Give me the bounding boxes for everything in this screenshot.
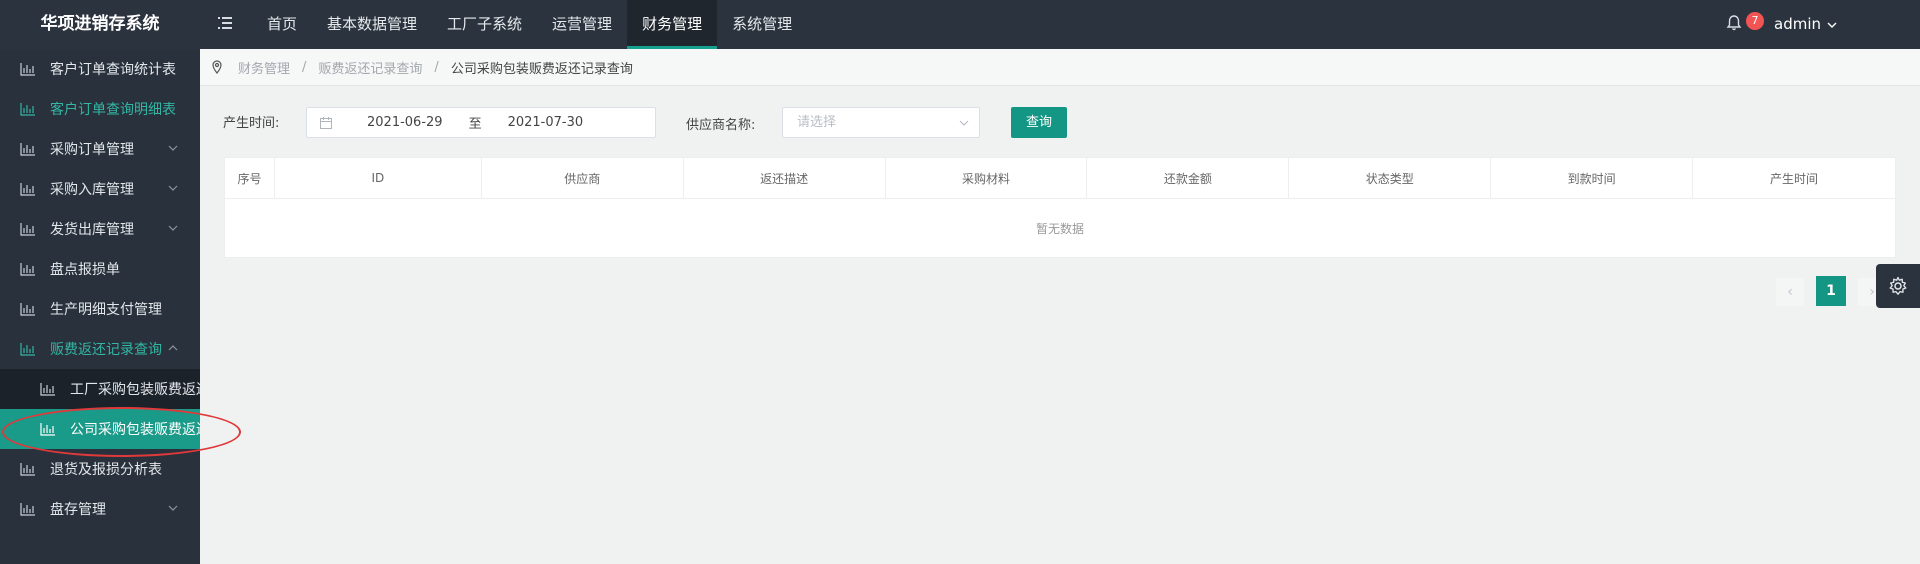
column-header[interactable]: 供应商 <box>480 157 684 199</box>
breadcrumb-current: 公司采购包装贩费返还记录查询 <box>450 61 633 77</box>
nav-factory[interactable]: 工厂子系统 <box>432 0 537 49</box>
sidebar-subitem-label: 公司采购包装贩费返还 <box>70 422 200 438</box>
chevron-down-icon <box>168 505 178 511</box>
location-pin-icon <box>212 60 222 74</box>
table-row: 暂无数据 <box>224 198 1896 258</box>
nav-system[interactable]: 系统管理 <box>717 0 807 49</box>
sidebar-item-label: 盘存管理 <box>50 502 106 518</box>
sidebar-item-label: 采购入库管理 <box>50 182 134 198</box>
column-header[interactable]: 采购材料 <box>884 157 1088 199</box>
breadcrumb-item[interactable]: 贩费返还记录查询 <box>318 58 422 77</box>
chart-icon <box>20 303 35 316</box>
sidebar-item-label: 生产明细支付管理 <box>50 302 162 318</box>
sidebar-item-label: 贩费返还记录查询 <box>50 342 162 358</box>
brand-title: 华项进销存系统 <box>0 0 200 49</box>
column-header[interactable]: 还款金额 <box>1086 157 1290 199</box>
gear-icon <box>1889 276 1907 295</box>
sidebar-item-stock-management[interactable]: 盘存管理 <box>0 489 200 529</box>
filter-time-label: 产生时间: <box>223 115 280 131</box>
data-table: 序号 ID 供应商 返还描述 采购材料 还款金额 状态类型 到款时间 产生时间 … <box>224 157 1896 258</box>
empty-text: 暂无数据 <box>224 198 1896 258</box>
sidebar-subitem-factory-refund[interactable]: 工厂采购包装贩费返还 <box>0 369 200 409</box>
column-header[interactable]: 产生时间 <box>1692 157 1896 199</box>
chart-icon <box>20 143 35 156</box>
nav-basic-data[interactable]: 基本数据管理 <box>312 0 432 49</box>
sidebar-item-label: 盘点报损单 <box>50 262 120 278</box>
sidebar-item-shipping-outbound[interactable]: 发货出库管理 <box>0 209 200 249</box>
sidebar-item-production-payment[interactable]: 生产明细支付管理 <box>0 289 200 329</box>
sidebar-item-return-analysis[interactable]: 退货及报损分析表 <box>0 449 200 489</box>
chart-icon <box>20 263 35 276</box>
breadcrumb-separator: / <box>434 59 439 75</box>
column-header[interactable]: 到款时间 <box>1490 157 1694 199</box>
supplier-placeholder: 请选择 <box>797 115 837 130</box>
sidebar-item-purchase-inbound[interactable]: 采购入库管理 <box>0 169 200 209</box>
date-separator: 至 <box>468 117 482 132</box>
calendar-icon <box>320 116 332 129</box>
sidebar-item-purchase-order[interactable]: 采购订单管理 <box>0 129 200 169</box>
chart-icon <box>40 423 55 436</box>
nav-finance[interactable]: 财务管理 <box>627 0 718 49</box>
top-nav: 首页 基本数据管理 工厂子系统 运营管理 财务管理 系统管理 <box>252 0 807 49</box>
chevron-down-icon <box>959 120 969 126</box>
date-end[interactable]: 2021-07-30 <box>508 115 584 130</box>
column-header[interactable]: 状态类型 <box>1288 157 1492 199</box>
sidebar-item-label: 采购订单管理 <box>50 142 134 158</box>
breadcrumb-item[interactable]: 财务管理 <box>238 58 290 77</box>
sidebar-item-inventory-loss[interactable]: 盘点报损单 <box>0 249 200 289</box>
chevron-up-icon <box>168 345 178 351</box>
sidebar-item-label: 客户订单查询统计表 <box>50 62 176 78</box>
menu-icon[interactable] <box>215 14 235 34</box>
chart-icon <box>20 503 35 516</box>
sidebar-item-fee-refund[interactable]: 贩费返还记录查询 <box>0 329 200 369</box>
breadcrumb-separator: / <box>302 59 307 75</box>
chart-icon <box>20 463 35 476</box>
sidebar-subitem-company-refund[interactable]: 公司采购包装贩费返还 <box>0 409 200 449</box>
table-header-row: 序号 ID 供应商 返还描述 采购材料 还款金额 状态类型 到款时间 产生时间 <box>224 157 1896 199</box>
chevron-down-icon <box>168 185 178 191</box>
prev-page-button[interactable]: ‹ <box>1776 278 1804 306</box>
column-header[interactable]: 返还描述 <box>682 157 886 199</box>
sidebar-item-label: 客户订单查询明细表 <box>50 102 176 118</box>
sidebar: 客户订单查询统计表 客户订单查询明细表 采购订单管理 采购入库管理 发货出库管理… <box>0 49 200 564</box>
chart-icon <box>20 223 35 236</box>
chevron-down-icon <box>168 145 178 151</box>
date-range-picker[interactable]: 2021-06-29 至 2021-07-30 <box>306 107 656 138</box>
breadcrumb: 财务管理 / 贩费返还记录查询 / 公司采购包装贩费返还记录查询 <box>200 49 1920 86</box>
chevron-down-icon <box>168 225 178 231</box>
sidebar-item-label: 退货及报损分析表 <box>50 462 162 478</box>
chevron-down-icon <box>1827 22 1837 28</box>
top-bar: 华项进销存系统 首页 基本数据管理 工厂子系统 运营管理 财务管理 系统管理 7… <box>0 0 1920 49</box>
sidebar-subitem-label: 工厂采购包装贩费返还 <box>70 382 200 398</box>
nav-home[interactable]: 首页 <box>252 0 312 49</box>
date-start[interactable]: 2021-06-29 <box>367 115 443 130</box>
supplier-label: 供应商名称: <box>686 118 756 133</box>
sidebar-item-customer-order-stats[interactable]: 客户订单查询统计表 <box>0 49 200 89</box>
query-button[interactable]: 查询 <box>1011 107 1067 138</box>
chart-icon <box>20 103 35 116</box>
sidebar-item-label: 发货出库管理 <box>50 222 134 238</box>
chart-icon <box>20 343 35 356</box>
page-number-button[interactable]: 1 <box>1816 276 1846 306</box>
nav-operations[interactable]: 运营管理 <box>537 0 627 49</box>
settings-button[interactable] <box>1876 264 1920 308</box>
bell-icon[interactable] <box>1726 14 1746 34</box>
chart-icon <box>40 383 55 396</box>
chart-icon <box>20 63 35 76</box>
notification-badge: 7 <box>1746 12 1764 30</box>
column-header[interactable]: ID <box>273 157 482 199</box>
user-name: admin <box>1774 15 1821 33</box>
column-header[interactable]: 序号 <box>224 157 275 199</box>
user-menu[interactable]: admin <box>1774 0 1837 49</box>
sidebar-item-customer-order-detail[interactable]: 客户订单查询明细表 <box>0 89 200 129</box>
chart-icon <box>20 183 35 196</box>
supplier-select[interactable]: 请选择 <box>782 107 980 138</box>
